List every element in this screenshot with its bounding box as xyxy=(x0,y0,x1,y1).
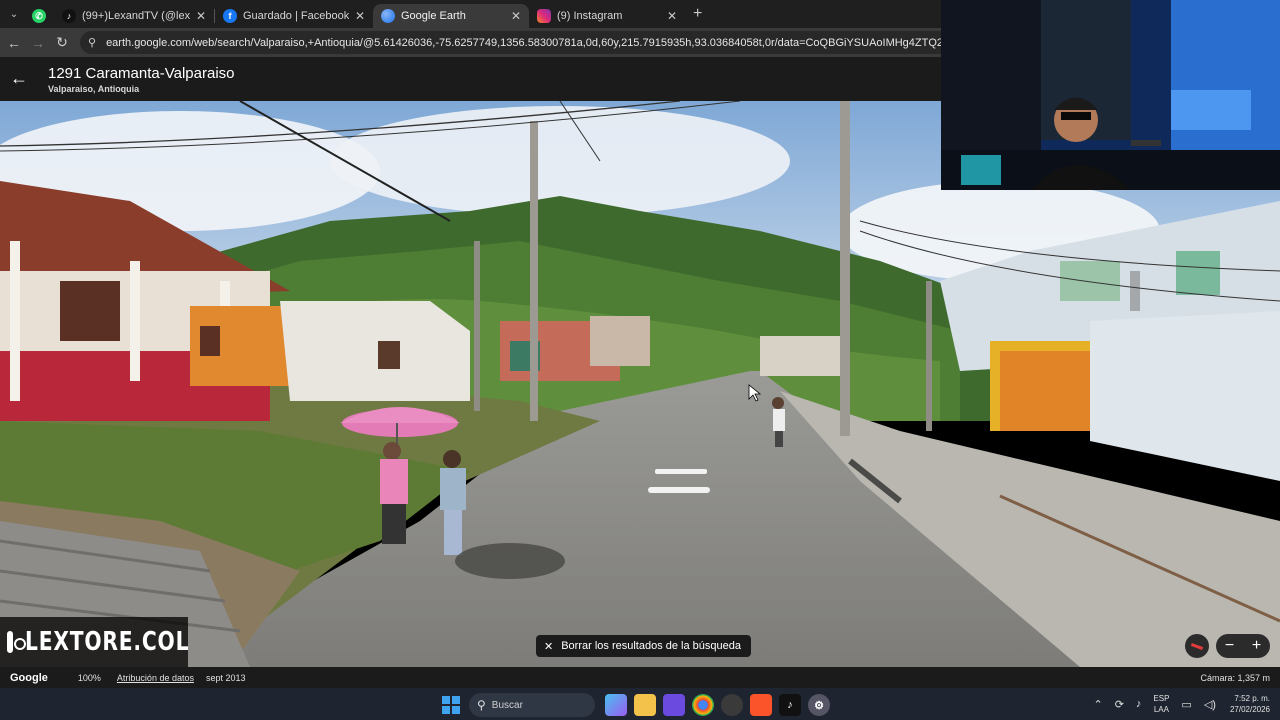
system-tray: ⌃ ⟳ ♪ ESP LAA ▭ ◁) 7:52 p. m. 27/02/2026 xyxy=(1081,692,1270,716)
windows-logo xyxy=(442,696,460,714)
webcam-overlay xyxy=(941,0,1280,190)
copilot-icon[interactable] xyxy=(605,694,627,716)
taskbar-search[interactable]: ⚲ Buscar xyxy=(469,693,595,717)
search-icon: ⚲ xyxy=(477,698,486,712)
camera-altitude: Cámara: 1,357 m xyxy=(1200,672,1270,683)
obs-icon[interactable] xyxy=(721,694,743,716)
close-tab-icon[interactable]: ✕ xyxy=(667,9,677,23)
tab-facebook[interactable]: f Guardado | Facebook ✕ xyxy=(215,4,373,28)
forward-icon[interactable]: → xyxy=(26,35,50,51)
taskbar-apps: ⚲ Buscar ♪ ⚙ xyxy=(440,693,837,717)
twitch-app-icon[interactable] xyxy=(663,694,685,716)
tab-tiktok[interactable]: ♪ (99+)LexandTV (@lexandtv) | T ✕ xyxy=(54,4,214,28)
instagram-icon xyxy=(537,9,551,23)
brave-icon[interactable] xyxy=(750,694,772,716)
earth-footer: Google 100% Atribución de datos sept 201… xyxy=(0,667,1280,688)
back-arrow-icon[interactable]: ← xyxy=(10,69,28,87)
zoom-level[interactable]: 100% xyxy=(78,673,101,683)
site-info-icon[interactable]: ⚲ xyxy=(88,36,96,49)
clear-search-label: Borrar los resultados de la búsqueda xyxy=(561,640,741,652)
close-tab-icon[interactable]: ✕ xyxy=(355,9,365,23)
tiktok-icon: ♪ xyxy=(62,9,76,23)
zoom-in-button[interactable]: + xyxy=(1252,637,1261,655)
sync-icon[interactable]: ⟳ xyxy=(1115,698,1124,711)
pinned-whatsapp-tab[interactable]: ✆ xyxy=(26,4,54,28)
instagram-icon xyxy=(7,631,26,653)
tiktok-app-icon[interactable]: ♪ xyxy=(779,694,801,716)
place-title: 1291 Caramanta-Valparaiso xyxy=(48,65,235,82)
streamer-watermark: LEXTORE.COL xyxy=(0,617,190,667)
clock[interactable]: 7:52 p. m. 27/02/2026 xyxy=(1230,693,1270,715)
facebook-icon: f xyxy=(223,9,237,23)
compass-icon[interactable] xyxy=(1185,634,1209,658)
microphone-icon[interactable]: ♪ xyxy=(1136,698,1142,710)
network-icon[interactable]: ▭ xyxy=(1181,698,1191,711)
tab-search-menu-button[interactable]: ⌄ xyxy=(2,4,26,24)
zoom-out-button[interactable]: − xyxy=(1225,637,1234,655)
windows-taskbar: ⚲ Buscar ♪ ⚙ ⌃ ⟳ ♪ ESP LAA ▭ ◁) 7:52 p. … xyxy=(0,688,1280,720)
close-tab-icon[interactable]: ✕ xyxy=(196,9,206,23)
webcam-feed xyxy=(941,0,1280,190)
chevron-up-icon[interactable]: ⌃ xyxy=(1093,698,1102,711)
chrome-icon[interactable] xyxy=(692,694,714,716)
data-attribution-link[interactable]: Atribución de datos xyxy=(117,673,194,683)
clear-search-button[interactable]: ✕ Borrar los resultados de la búsqueda xyxy=(536,635,751,657)
close-icon: ✕ xyxy=(544,640,554,653)
input-language[interactable]: ESP LAA xyxy=(1153,693,1169,715)
place-subtitle: Valparaiso, Antioquia xyxy=(48,84,140,94)
close-tab-icon[interactable]: ✕ xyxy=(511,9,521,23)
windows-start-icon[interactable] xyxy=(440,694,462,716)
google-logo: Google xyxy=(10,671,48,684)
settings-gear-icon[interactable]: ⚙ xyxy=(808,694,830,716)
volume-icon[interactable]: ◁) xyxy=(1204,698,1216,711)
streamer-handle: LEXTORE.COL xyxy=(25,627,190,657)
file-explorer-icon[interactable] xyxy=(634,694,656,716)
zoom-control: − + xyxy=(1216,634,1270,658)
tab-google-earth[interactable]: Google Earth ✕ xyxy=(373,4,529,28)
google-earth-icon xyxy=(381,9,395,23)
imagery-date: sept 2013 xyxy=(205,672,246,683)
tab-instagram[interactable]: (9) Instagram ✕ xyxy=(529,4,685,28)
taskbar-search-label: Buscar xyxy=(491,699,523,711)
reload-icon[interactable]: ↻ xyxy=(50,34,74,51)
new-tab-button[interactable]: + xyxy=(693,5,702,23)
back-icon[interactable]: ← xyxy=(2,35,26,51)
screen: ⌄ ✆ ♪ (99+)LexandTV (@lexandtv) | T ✕ f … xyxy=(0,0,1280,720)
whatsapp-icon: ✆ xyxy=(32,9,46,23)
